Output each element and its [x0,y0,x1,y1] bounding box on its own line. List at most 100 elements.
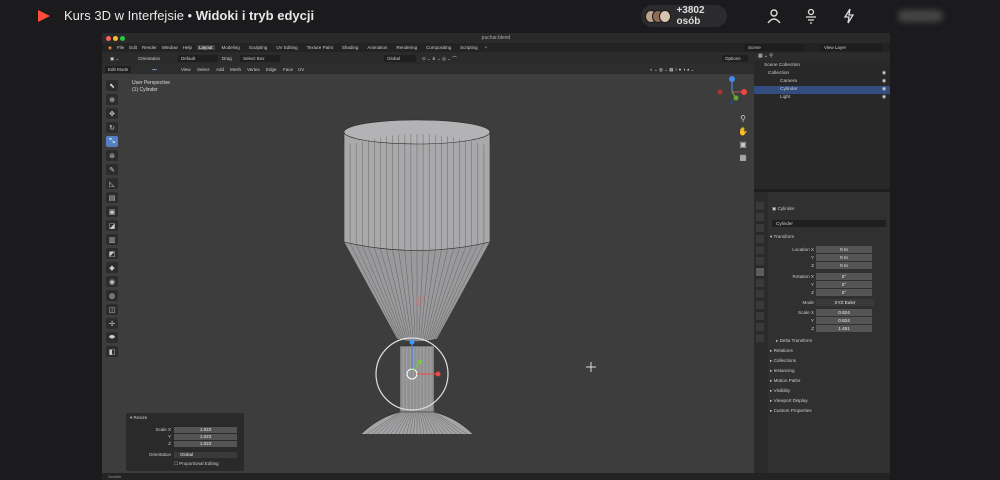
rotation-y-field[interactable]: 0° [816,281,872,288]
tab-sculpting[interactable]: Sculpting [247,45,270,50]
minimize-window-icon[interactable] [113,36,118,41]
menu-window[interactable]: Window [162,45,178,50]
eye-icon[interactable]: ◉ [882,70,886,78]
menu-select[interactable]: Select [197,66,210,73]
data-tab-icon[interactable] [756,323,764,331]
measure-tool-icon[interactable]: ◺ [106,178,118,189]
object-tab-icon[interactable] [756,268,764,276]
eye-icon[interactable]: ◉ [882,94,886,102]
move-tool-icon[interactable]: ✥ [106,108,118,119]
tab-modeling[interactable]: Modeling [220,45,242,50]
tab-rendering[interactable]: Rendering [394,45,419,50]
location-x-field[interactable]: 0 m [816,246,872,253]
world-tab-icon[interactable] [756,257,764,265]
location-z-field[interactable]: 0 m [816,262,872,269]
tool-select-icon[interactable]: ▣ ⌄ [110,55,119,62]
select-mode-icons[interactable]: ▪▪▪ [152,66,157,73]
custom-properties-header[interactable]: ▸ Custom Properties [770,406,888,415]
outliner-item-cylinder[interactable]: Cylinder ◉ [754,86,890,94]
scene-tab-icon[interactable] [756,246,764,254]
inset-tool-icon[interactable]: ▣ [106,206,118,217]
orientation-field[interactable]: Global [174,452,237,458]
transform-orientation-dropdown[interactable]: Global [384,55,416,62]
menu-vertex[interactable]: Vertex [247,66,260,73]
3d-viewport[interactable]: User Perspective (1) Cylinder ⬉ ⊕ ✥ ↻ ⤡ … [102,74,754,473]
menu-uv[interactable]: UV [298,66,304,73]
tab-layout[interactable]: Layout [197,45,215,50]
viewers-badge[interactable]: +3802 osób [641,5,727,27]
bevel-tool-icon[interactable]: ◪ [106,220,118,231]
view-layer-tab-icon[interactable] [756,235,764,243]
tab-scripting[interactable]: Scripting [458,45,480,50]
tab-texture-paint[interactable]: Texture Paint [305,45,335,50]
grid-view-icon[interactable]: ▦ [738,153,748,163]
camera-view-icon[interactable]: ▣ [738,140,748,150]
mode-dropdown[interactable]: Edit Mode [105,66,132,73]
view-layer-selector[interactable]: View Layer [820,44,882,51]
tab-compositing[interactable]: Compositing [424,45,453,50]
orientation-dropdown[interactable]: Default [178,55,218,62]
scale-tool-icon[interactable]: ⤡ [106,136,118,147]
modifier-tab-icon[interactable] [756,279,764,287]
transform-panel-header[interactable]: ▾ Transform [770,232,888,241]
add-workspace-icon[interactable]: + [485,45,488,50]
eye-icon[interactable]: ◉ [882,78,886,86]
motion-paths-header[interactable]: ▸ Motion Paths [770,376,888,385]
hand-pan-icon[interactable]: ✋ [738,127,748,137]
shrink-fatten-tool-icon[interactable]: ✢ [106,318,118,329]
relations-header[interactable]: ▸ Relations [770,346,888,355]
navigation-gizmo[interactable] [714,74,750,110]
scene-selector[interactable]: Scene [744,44,804,51]
scale-x-field[interactable]: 1.023 [174,427,237,433]
annotate-tool-icon[interactable]: ✎ [106,164,118,175]
location-y-field[interactable]: 0 m [816,254,872,261]
presenter-icon[interactable] [803,8,819,24]
delta-transform-header[interactable]: ▸ Delta Transform [776,336,890,345]
outliner-search-icon[interactable]: ▦ ⌄ ⚲ [758,54,773,59]
resize-panel-title[interactable]: ▾ Resize [130,415,147,421]
blender-logo-icon[interactable]: ◉ [108,45,112,51]
rotation-z-field[interactable]: 0° [816,289,872,296]
knife-tool-icon[interactable]: ◩ [106,248,118,259]
scale-z-field[interactable]: 1.451 [816,325,872,332]
tab-uv-editing[interactable]: UV Editing [274,45,299,50]
drag-dropdown[interactable]: Select Box [240,55,280,62]
viewport-shading-icons[interactable]: ◐ ⌄ ◍ ⌄ ▦ ○ ● ◑ ◕ ⌄ [650,66,694,73]
menu-mesh[interactable]: Mesh [230,66,241,73]
smooth-tool-icon[interactable]: ◍ [106,290,118,301]
poly-build-tool-icon[interactable]: ◆ [106,262,118,273]
scale-x-field[interactable]: 0.824 [816,309,872,316]
rotate-tool-icon[interactable]: ↻ [106,122,118,133]
rotation-mode-dropdown[interactable]: XYZ Euler [816,299,874,306]
scale-y-field[interactable]: 1.023 [174,434,237,440]
output-tab-icon[interactable] [756,224,764,232]
menu-file[interactable]: File [117,45,124,50]
options-dropdown[interactable]: Options [722,55,748,62]
close-window-icon[interactable] [106,36,111,41]
collections-header[interactable]: ▸ Collections [770,356,888,365]
select-tool-icon[interactable]: ⬉ [106,80,118,91]
zoom-icon[interactable]: ⚲ [738,114,748,124]
maximize-window-icon[interactable] [120,36,125,41]
menu-edge[interactable]: Edge [266,66,277,73]
outliner-item-light[interactable]: Light ◉ [754,94,890,102]
particles-tab-icon[interactable] [756,290,764,298]
menu-face[interactable]: Face [283,66,293,73]
constraints-tab-icon[interactable] [756,312,764,320]
shear-tool-icon[interactable]: ⬬ [106,332,118,343]
people-icon[interactable] [766,8,782,24]
menu-help[interactable]: Help [183,45,192,50]
pivot-icon[interactable]: ⊙ ⌄ ⋔ ⌄ ◎ ⌄ ⌒ [422,55,457,62]
transform-tool-icon[interactable]: ⊛ [106,150,118,161]
play-logo-icon[interactable] [36,8,52,24]
tab-shading[interactable]: Shading [340,45,361,50]
outliner-item-camera[interactable]: Camera ◉ [754,78,890,86]
scale-y-field[interactable]: 0.824 [816,317,872,324]
spin-tool-icon[interactable]: ◉ [106,276,118,287]
tool-tab-icon[interactable] [756,202,764,210]
user-name-blurred[interactable] [898,10,943,22]
render-tab-icon[interactable] [756,213,764,221]
menu-add[interactable]: Add [216,66,224,73]
material-tab-icon[interactable] [756,334,764,342]
physics-tab-icon[interactable] [756,301,764,309]
